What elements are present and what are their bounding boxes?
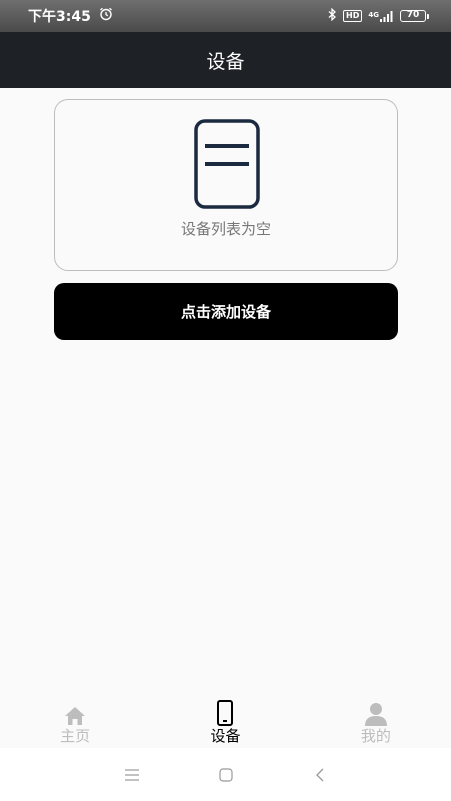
tab-home[interactable]: 主页 — [0, 698, 150, 748]
status-time: 下午3:45 — [28, 9, 91, 25]
menu-icon[interactable] — [85, 755, 179, 795]
empty-list-text: 设备列表为空 — [180, 220, 271, 238]
device-list-empty-card: 设备列表为空 — [54, 99, 398, 271]
add-device-label: 点击添加设备 — [180, 303, 271, 321]
status-left: 下午3:45 — [28, 6, 113, 26]
tab-device-label: 设备 — [210, 727, 241, 745]
home-icon — [64, 698, 86, 726]
status-right: HD 4G 70 — [328, 7, 429, 24]
back-icon[interactable] — [273, 755, 367, 795]
tab-profile-label: 我的 — [360, 727, 391, 745]
network-type: 4G — [368, 10, 379, 19]
signal-icon: 4G — [368, 10, 394, 22]
user-icon — [364, 698, 388, 726]
alarm-icon — [99, 7, 113, 25]
tab-device[interactable]: 设备 — [150, 698, 300, 748]
status-bar: 下午3:45 HD 4G 70 — [0, 0, 451, 32]
device-card-icon — [194, 119, 260, 213]
bottom-tab-bar: 主页 设备 我的 — [0, 698, 451, 748]
add-device-button[interactable]: 点击添加设备 — [54, 283, 398, 340]
system-nav-bar — [0, 748, 451, 801]
battery-icon: 70 — [400, 10, 429, 22]
tab-profile[interactable]: 我的 — [301, 698, 451, 748]
main-content: 设备列表为空 点击添加设备 — [0, 88, 451, 698]
battery-tip — [427, 13, 429, 19]
home-square-icon[interactable] — [179, 755, 273, 795]
battery-level: 70 — [400, 10, 426, 22]
page-title: 设备 — [206, 50, 245, 73]
phone-icon — [217, 698, 234, 726]
hd-badge: HD — [343, 10, 363, 22]
app-header: 设备 — [0, 32, 451, 88]
tab-home-label: 主页 — [60, 727, 91, 745]
bluetooth-icon — [328, 7, 337, 24]
